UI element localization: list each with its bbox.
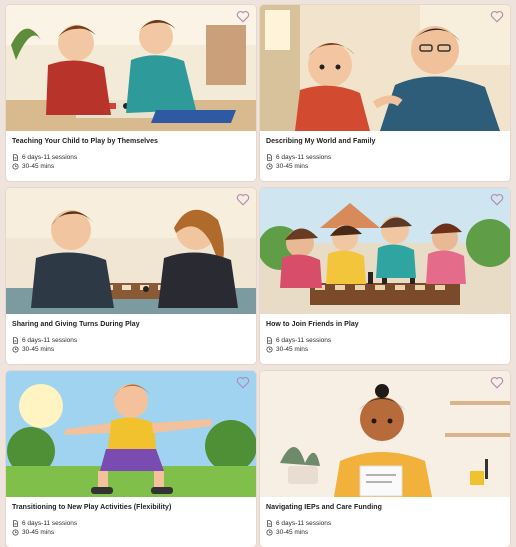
- favorite-button[interactable]: [236, 376, 250, 389]
- course-title[interactable]: How to Join Friends in Play: [266, 320, 504, 330]
- course-time: 30-45 mins: [266, 162, 504, 171]
- document-icon: [266, 154, 273, 161]
- clock-icon: [12, 529, 19, 536]
- course-title[interactable]: Navigating IEPs and Care Funding: [266, 503, 504, 513]
- favorite-button[interactable]: [236, 10, 250, 23]
- course-title[interactable]: Teaching Your Child to Play by Themselve…: [12, 137, 250, 147]
- document-icon: [12, 154, 19, 161]
- course-thumbnail[interactable]: [6, 371, 256, 497]
- course-info: Transitioning to New Play Activities (Fl…: [6, 497, 256, 537]
- document-icon: [12, 520, 19, 527]
- heart-outline-icon: [490, 10, 504, 23]
- course-time: 30-45 mins: [266, 528, 504, 537]
- course-time: 30-45 mins: [12, 528, 250, 537]
- course-card[interactable]: Transitioning to New Play Activities (Fl…: [6, 371, 256, 547]
- course-duration: 6 days-11 sessions: [266, 336, 504, 345]
- course-thumbnail[interactable]: [6, 188, 256, 314]
- time-text: 30-45 mins: [22, 529, 55, 536]
- course-card[interactable]: Describing My World and Family 6 days-11…: [260, 5, 510, 181]
- favorite-button[interactable]: [490, 193, 504, 206]
- favorite-button[interactable]: [490, 10, 504, 23]
- course-time: 30-45 mins: [12, 162, 250, 171]
- course-info: Navigating IEPs and Care Funding 6 days-…: [260, 497, 510, 537]
- course-info: Describing My World and Family 6 days-11…: [260, 131, 510, 171]
- course-duration: 6 days-11 sessions: [12, 519, 250, 528]
- course-thumbnail[interactable]: [260, 5, 510, 131]
- course-thumbnail[interactable]: [6, 5, 256, 131]
- time-text: 30-45 mins: [276, 163, 309, 170]
- clock-icon: [12, 346, 19, 353]
- duration-text: 6 days-11 sessions: [276, 520, 332, 527]
- course-time: 30-45 mins: [266, 345, 504, 354]
- duration-text: 6 days-11 sessions: [22, 337, 78, 344]
- heart-outline-icon: [236, 193, 250, 206]
- document-icon: [266, 520, 273, 527]
- course-duration: 6 days-11 sessions: [12, 336, 250, 345]
- course-title[interactable]: Transitioning to New Play Activities (Fl…: [12, 503, 250, 513]
- course-card[interactable]: Navigating IEPs and Care Funding 6 days-…: [260, 371, 510, 547]
- course-time: 30-45 mins: [12, 345, 250, 354]
- time-text: 30-45 mins: [22, 346, 55, 353]
- clock-icon: [12, 163, 19, 170]
- course-card[interactable]: Sharing and Giving Turns During Play 6 d…: [6, 188, 256, 364]
- heart-outline-icon: [236, 10, 250, 23]
- clock-icon: [266, 346, 273, 353]
- course-thumbnail[interactable]: [260, 188, 510, 314]
- heart-outline-icon: [490, 193, 504, 206]
- course-duration: 6 days-11 sessions: [12, 153, 250, 162]
- course-title[interactable]: Describing My World and Family: [266, 137, 504, 147]
- time-text: 30-45 mins: [276, 529, 309, 536]
- time-text: 30-45 mins: [276, 346, 309, 353]
- document-icon: [266, 337, 273, 344]
- course-card[interactable]: How to Join Friends in Play 6 days-11 se…: [260, 188, 510, 364]
- course-duration: 6 days-11 sessions: [266, 153, 504, 162]
- clock-icon: [266, 163, 273, 170]
- heart-outline-icon: [236, 376, 250, 389]
- course-info: How to Join Friends in Play 6 days-11 se…: [260, 314, 510, 354]
- time-text: 30-45 mins: [22, 163, 55, 170]
- duration-text: 6 days-11 sessions: [276, 154, 332, 161]
- heart-outline-icon: [490, 376, 504, 389]
- duration-text: 6 days-11 sessions: [22, 520, 78, 527]
- clock-icon: [266, 529, 273, 536]
- course-title[interactable]: Sharing and Giving Turns During Play: [12, 320, 250, 330]
- course-duration: 6 days-11 sessions: [266, 519, 504, 528]
- course-thumbnail[interactable]: [260, 371, 510, 497]
- course-grid: Teaching Your Child to Play by Themselve…: [6, 5, 510, 547]
- document-icon: [12, 337, 19, 344]
- course-info: Sharing and Giving Turns During Play 6 d…: [6, 314, 256, 354]
- favorite-button[interactable]: [236, 193, 250, 206]
- course-card[interactable]: Teaching Your Child to Play by Themselve…: [6, 5, 256, 181]
- duration-text: 6 days-11 sessions: [276, 337, 332, 344]
- course-info: Teaching Your Child to Play by Themselve…: [6, 131, 256, 171]
- duration-text: 6 days-11 sessions: [22, 154, 78, 161]
- favorite-button[interactable]: [490, 376, 504, 389]
